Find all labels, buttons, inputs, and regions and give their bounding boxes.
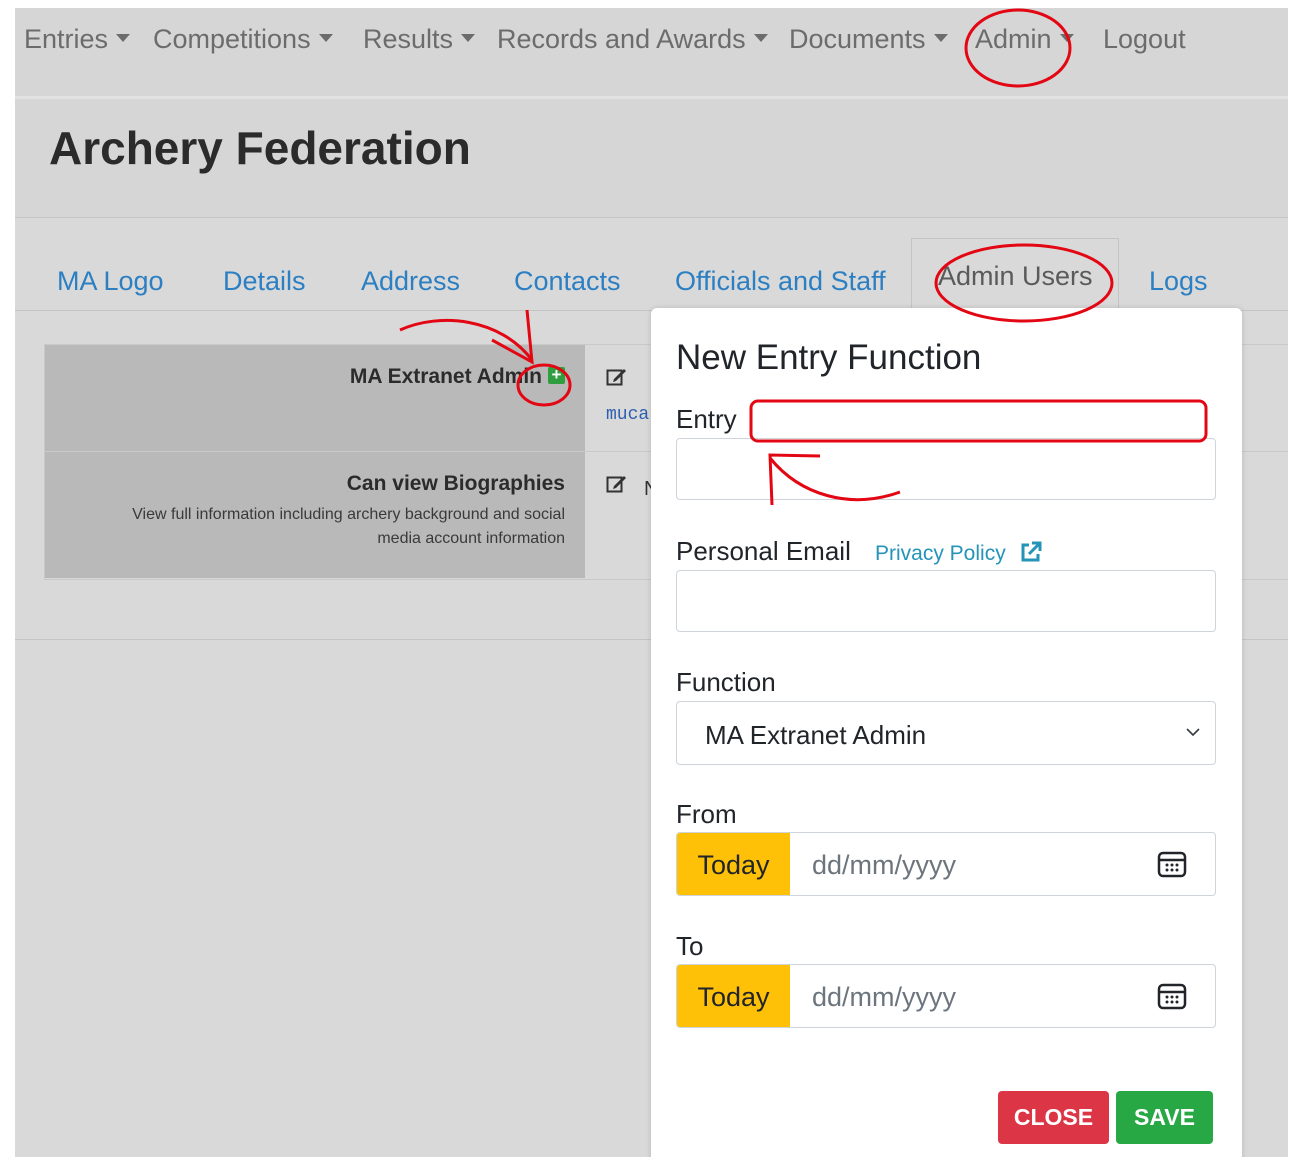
permission-name-text: MA Extranet Admin [349,365,542,388]
save-button[interactable]: SAVE [1116,1091,1213,1144]
tab-bar: MA Logo Details Address Contacts Officia… [15,218,1288,311]
edit-icon[interactable] [606,367,628,387]
nav-results-label: Results [363,24,454,54]
modal-title: New Entry Function [676,338,982,377]
from-date-group: Today dd/mm/yyyy [676,832,1216,896]
add-plus-icon[interactable]: + [548,366,565,384]
caret-down-icon [753,33,768,42]
to-today-button[interactable]: Today [677,965,790,1027]
calendar-icon[interactable] [1157,849,1187,879]
page-title: Archery Federation [49,122,471,174]
caret-down-icon [933,33,948,42]
caret-down-icon [116,33,131,42]
tab-ma-logo[interactable]: MA Logo [57,266,164,297]
permission-description-line: View full information including archery … [132,506,565,523]
to-date-input[interactable]: dd/mm/yyyy [812,982,956,1013]
caret-down-icon [461,33,476,42]
caret-down-icon [1059,33,1074,42]
chevron-down-icon [1186,728,1200,737]
permission-description-line: media account information [377,530,565,547]
new-entry-function-modal: New Entry Function Entry Personal Email … [651,308,1242,1157]
function-select[interactable]: MA Extranet Admin [676,701,1216,765]
tab-contacts[interactable]: Contacts [514,266,621,297]
email-input[interactable] [676,570,1216,632]
tab-details[interactable]: Details [223,266,306,297]
permission-label-cell: Can view Biographies View full informati… [45,452,585,578]
to-date-group: Today dd/mm/yyyy [676,964,1216,1028]
from-today-button[interactable]: Today [677,833,790,895]
nav-results[interactable]: Results [363,24,476,55]
caret-down-icon [318,33,333,42]
nav-admin[interactable]: Admin [975,24,1074,55]
tab-address[interactable]: Address [361,266,460,297]
nav-records-awards[interactable]: Records and Awards [497,24,768,55]
tab-logs[interactable]: Logs [1149,266,1208,297]
nav-records-awards-label: Records and Awards [497,24,746,54]
nav-admin-label: Admin [975,24,1052,54]
nav-logout[interactable]: Logout [1103,24,1186,55]
from-date-input[interactable]: dd/mm/yyyy [812,850,956,881]
permission-name: MA Extranet Admin + [45,365,565,389]
function-label: Function [676,667,776,697]
permission-label-cell: MA Extranet Admin + [45,345,585,451]
close-button[interactable]: CLOSE [998,1091,1109,1144]
entry-input[interactable] [676,438,1216,500]
privacy-policy-label: Privacy Policy [875,542,1006,565]
email-label: Personal Email [676,536,851,566]
app-frame: Entries Competitions Results Records and… [15,8,1288,1157]
entry-label: Entry [676,404,737,434]
nav-entries-label: Entries [24,24,109,54]
nav-documents[interactable]: Documents [789,24,948,55]
external-link-icon [1021,541,1042,562]
from-label: From [676,799,737,829]
edit-icon[interactable] [606,474,628,494]
nav-entries[interactable]: Entries [24,24,131,55]
top-navbar: Entries Competitions Results Records and… [15,8,1288,99]
nav-competitions[interactable]: Competitions [153,24,333,55]
permission-description: View full information including archery … [45,502,565,552]
user-email-partial[interactable]: muca [606,405,649,425]
privacy-policy-link[interactable]: Privacy Policy [875,541,1042,566]
tab-admin-users[interactable]: Admin Users [911,238,1119,310]
permission-name: Can view Biographies [346,472,565,495]
to-label: To [676,931,704,961]
tab-officials-staff[interactable]: Officials and Staff [675,266,886,297]
nav-logout-label: Logout [1103,24,1186,54]
org-header: Archery Federation [15,99,1288,218]
calendar-icon[interactable] [1157,981,1187,1011]
nav-documents-label: Documents [789,24,926,54]
nav-competitions-label: Competitions [153,24,311,54]
function-selected-value: MA Extranet Admin [705,720,927,750]
